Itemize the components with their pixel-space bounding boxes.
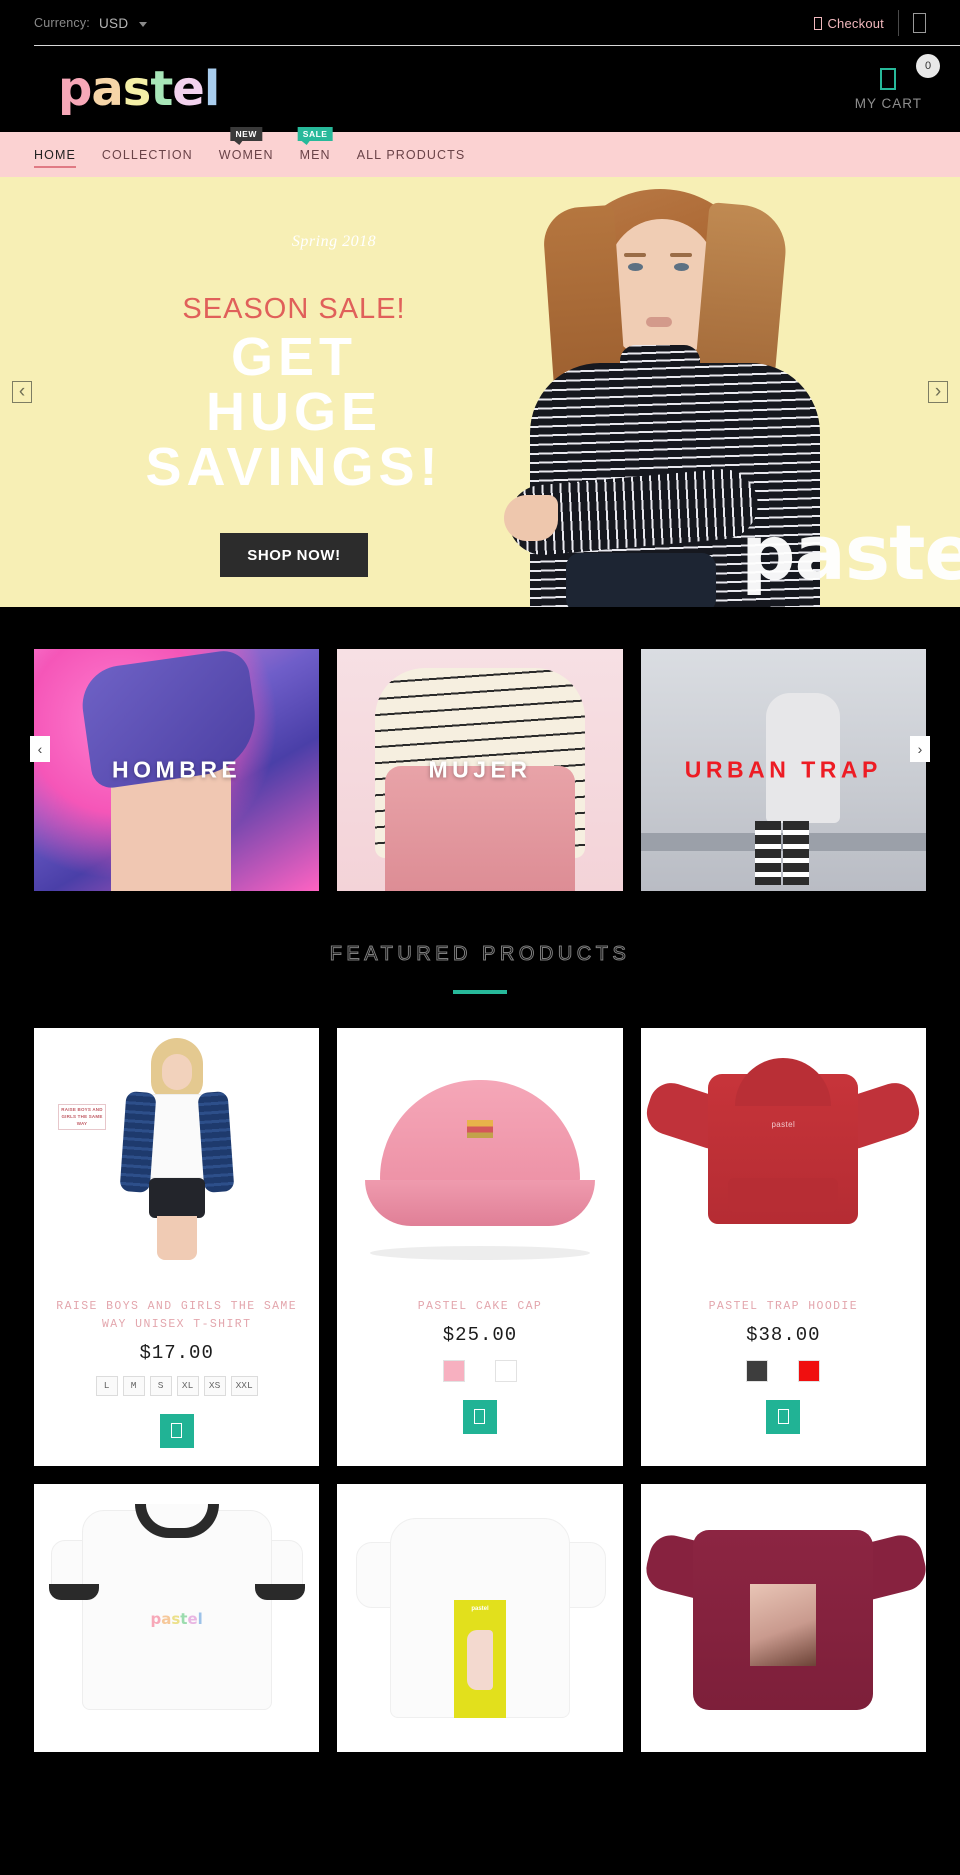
nav-item-label: WOMEN [218,147,274,162]
hero-prev-icon[interactable]: ‹ [12,381,32,403]
color-options [337,1359,622,1382]
add-to-cart-button[interactable] [159,1413,194,1448]
chevron-down-icon[interactable] [139,21,148,27]
add-to-cart-button[interactable] [462,1399,497,1434]
product-card[interactable]: PASTEL CAKE CAP $25.00 [337,1028,623,1466]
logo-letter: p [58,61,92,117]
size-options: L M S XL XS XXL [34,1375,319,1396]
size-option[interactable]: XXL [230,1375,258,1396]
category-carousel: ‹ HOMBRE MUJER URBAN TRAP › [0,607,960,891]
currency-selector[interactable]: Currency: USD [34,15,148,31]
product-card[interactable]: RAISE BOYS AND GIRLS THE SAME WAY RAISE … [34,1028,320,1466]
product-card[interactable] [640,1483,926,1752]
lock-icon [814,16,823,30]
color-swatch-charcoal[interactable] [746,1359,769,1382]
product-card[interactable]: pastel [34,1483,320,1752]
featured-products-title: FEATURED PRODUCTS [329,943,631,966]
category-prev-icon[interactable]: ‹ [30,736,50,762]
size-option[interactable]: XS [203,1375,226,1396]
cart-count-badge: 0 [916,53,940,78]
hero-next-icon[interactable]: › [928,381,948,403]
category-label: MUJER [428,756,532,783]
logo-letter: a [91,61,123,117]
divider [898,10,899,36]
shopping-bag-icon [171,1423,183,1439]
poster-logo: pastel [471,1605,489,1612]
tshirt-logo: pastel [150,1609,203,1628]
product-image [640,1483,926,1734]
product-grid: RAISE BOYS AND GIRLS THE SAME WAY RAISE … [0,994,960,1752]
hero-season-label: Spring 2018 [291,233,377,250]
size-option[interactable]: XL [176,1375,199,1396]
color-options [641,1359,926,1382]
size-option[interactable]: S [149,1375,172,1396]
tshirt-print: RAISE BOYS AND GIRLS THE SAME WAY [58,1104,106,1130]
shopping-bag-icon [880,67,897,90]
product-card[interactable]: pastel PASTEL TRAP HOODIE $38.00 [640,1028,926,1466]
category-label: URBAN TRAP [684,756,882,783]
product-image: pastel [337,1483,623,1734]
product-price: $25.00 [442,1323,518,1346]
user-icon[interactable] [913,13,926,33]
color-swatch-red[interactable] [798,1359,821,1382]
hero-slider: pastel Spring 2018 SEASON SALE! GET HUGE… [0,177,960,607]
logo-letter: s [122,61,152,117]
category-card-hombre[interactable]: HOMBRE [34,649,320,891]
main-navigation: HOME COLLECTION NEW WOMEN SALE MEN ALL P… [0,126,960,177]
shopping-bag-icon [777,1409,789,1425]
hero-copy: Spring 2018 SEASON SALE! GET HUGE SAVING… [84,233,504,578]
category-label: HOMBRE [112,756,242,783]
nav-item-all-products[interactable]: ALL PRODUCTS [357,144,466,166]
logo-bar: pastel 0 MY CART [0,46,960,132]
hero-watermark: pastel [741,508,960,597]
cart-label: MY CART [854,95,922,111]
category-next-icon[interactable]: › [910,736,930,762]
product-image: pastel [34,1483,320,1734]
logo-letter: e [172,61,205,117]
hero-headline-1: GET [230,327,357,387]
tshirt-print-text: RAISE BOYS AND GIRLS THE SAME WAY [61,1107,103,1126]
product-image: pastel [640,1028,926,1278]
nav-item-men[interactable]: SALE MEN [297,126,333,166]
cart-button[interactable]: 0 MY CART [854,53,940,111]
product-price: $17.00 [139,1341,214,1364]
size-option[interactable]: M [122,1375,145,1396]
shop-now-button[interactable]: SHOP NOW! [220,533,368,578]
product-price: $38.00 [746,1323,821,1346]
checkout-link[interactable]: Checkout [814,16,884,31]
hoodie-logo: pastel [771,1120,796,1129]
hero-sale-text: SEASON SALE! [182,293,406,325]
badge-sale: SALE [297,126,333,145]
nav-item-women[interactable]: NEW WOMEN [218,126,274,166]
category-card-urban-trap[interactable]: URBAN TRAP [640,649,926,891]
currency-value: USD [98,15,129,31]
hero-headline-3: SAVINGS! [145,437,443,498]
product-title: PASTEL TRAP HOODIE [708,1300,859,1313]
site-logo[interactable]: pastel [58,65,220,113]
product-image [337,1028,623,1278]
product-image: RAISE BOYS AND GIRLS THE SAME WAY [34,1028,320,1278]
category-card-mujer[interactable]: MUJER [337,649,623,891]
featured-products-header: FEATURED PRODUCTS [0,891,960,994]
logo-letter: l [203,61,220,117]
badge-new: NEW [230,126,262,145]
logo-letter: t [150,61,173,117]
color-swatch-pink[interactable] [442,1359,465,1382]
product-title: RAISE BOYS AND GIRLS THE SAME WAY UNISEX… [56,1300,298,1331]
color-swatch-white[interactable] [494,1359,517,1382]
top-utility-bar: Currency: USD Checkout [0,0,960,46]
nav-item-label: MEN [299,147,331,162]
size-option[interactable]: L [95,1375,118,1396]
add-to-cart-button[interactable] [766,1399,801,1434]
nav-item-home[interactable]: HOME [34,144,76,168]
nav-item-collection[interactable]: COLLECTION [102,144,193,166]
hero-headline-2: HUGE [205,382,382,443]
shopping-bag-icon [474,1409,486,1425]
currency-label: Currency: [34,16,90,30]
product-title: PASTEL CAKE CAP [417,1300,543,1313]
product-card[interactable]: pastel [337,1483,623,1752]
checkout-label: Checkout [827,15,884,31]
